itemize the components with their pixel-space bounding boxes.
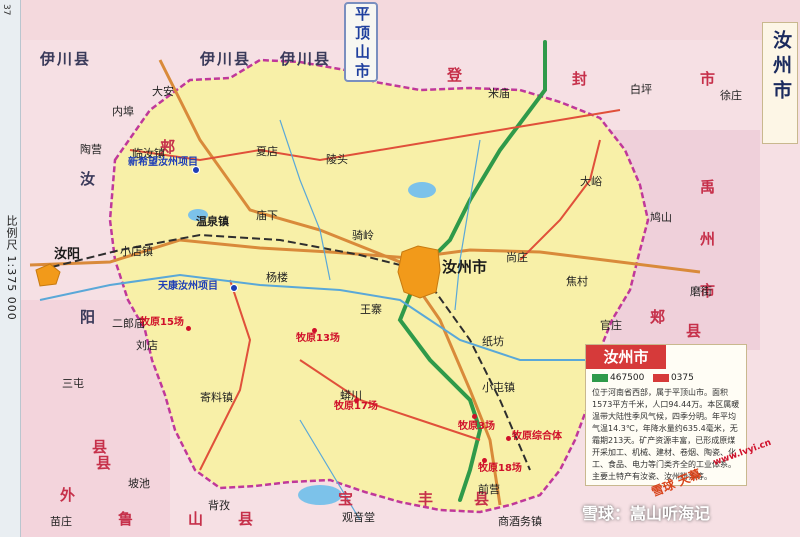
neighbor-label: 州 — [700, 230, 718, 248]
town-label: 商酒务镇 — [498, 515, 542, 528]
infobox-description: 位于河南省西部，属于平顶山市。面积1573平方千米，人口94.44万。本区属暖温… — [592, 388, 740, 481]
project-marker — [230, 284, 238, 292]
city-side-label: 汝州市 — [770, 30, 792, 105]
town-label: 磨街 — [690, 285, 712, 298]
town-label: 杨楼 — [266, 271, 288, 284]
city-label: 汝阳 — [54, 247, 81, 262]
area-code: 0375 — [670, 373, 694, 383]
town-label: 前营 — [478, 483, 500, 496]
neighbor-label: 外 — [60, 486, 78, 504]
site-label: 牧原17场 — [334, 401, 378, 412]
neighbor-label: 伊川县 — [280, 50, 332, 68]
town-label: 温泉镇 — [196, 215, 229, 228]
neighbor-label: 封 — [572, 70, 590, 88]
site-label: 牧原综合体 — [512, 431, 562, 442]
neighbor-label: 禹 — [700, 178, 718, 196]
postal-code: 467500 — [610, 373, 645, 383]
town-label: 鸠山 — [650, 211, 672, 224]
neighbor-label: 伊川县 — [200, 50, 252, 68]
neighbor-label: 宝 — [338, 490, 356, 508]
neighbor-label: 登 — [447, 66, 465, 84]
neighbor-label: 汝 — [80, 170, 98, 188]
project-label: 新希望汝州项目 — [128, 157, 198, 168]
town-label: 小屯镇 — [482, 381, 515, 394]
site-marker — [472, 414, 477, 419]
infobox-title: 汝州市 — [586, 345, 666, 369]
neighbor-label: 县 — [96, 454, 114, 472]
town-label: 小店镇 — [120, 245, 153, 258]
fenglong-reservoir — [408, 182, 436, 198]
site-marker — [186, 326, 191, 331]
town-label: 苗庄 — [50, 515, 72, 528]
town-label: 大安 — [152, 85, 174, 98]
town-label: 焦村 — [566, 275, 588, 288]
town-label: 背孜 — [208, 499, 230, 512]
neighbor-label: 县 — [686, 322, 704, 340]
infobox-codes: 467500 0375 — [592, 373, 694, 383]
town-label: 米庙 — [488, 87, 510, 100]
town-label: 白坪 — [630, 83, 652, 96]
town-label: 刘店 — [136, 339, 158, 352]
neighbor-label: 伊川县 — [40, 50, 92, 68]
site-marker — [506, 436, 511, 441]
neighbor-label: 丰 — [418, 490, 436, 508]
page-number: 37 — [1, 4, 11, 16]
city-label: 汝州市 — [442, 258, 488, 276]
scale-label: 比例尺 1:375 000 — [5, 215, 18, 321]
town-label: 观音堂 — [342, 511, 375, 524]
town-label: 陵头 — [326, 153, 348, 166]
neighbor-label: 山 — [188, 510, 206, 528]
town-label: 陶营 — [80, 143, 102, 156]
site-label: 牧原3场 — [458, 421, 495, 432]
town-label: 庙下 — [256, 209, 278, 222]
project-label: 天康汝州项目 — [158, 281, 218, 292]
zhaowan-reservoir — [298, 485, 342, 505]
town-label: 坡池 — [128, 477, 150, 490]
neighbor-label: 市 — [700, 70, 718, 88]
town-label: 纸坊 — [482, 335, 504, 348]
area-code-icon — [652, 373, 669, 382]
page-title: 平顶山市 — [353, 6, 371, 82]
town-label: 内埠 — [112, 105, 134, 118]
map: 伊川县 伊川县 伊川县 汝 阳 郏 县 登 封 市 禹 州 市 郏 县 县 外 … — [0, 0, 800, 537]
watermark: 雪球：嵩山听海记 — [582, 504, 711, 523]
site-label: 牧原18场 — [478, 463, 522, 474]
neighbor-label: 县 — [92, 438, 110, 456]
postal-code-icon — [592, 373, 608, 382]
town-label: 三屯 — [62, 377, 84, 390]
neighbor-label: 郏 — [650, 308, 668, 326]
town-label: 夏店 — [256, 145, 278, 158]
neighbor-label: 鲁 — [118, 510, 136, 528]
town-label: 王寨 — [360, 303, 382, 316]
neighbor-label: 县 — [238, 510, 256, 528]
town-label: 骑岭 — [352, 229, 374, 242]
town-label: 官庄 — [600, 319, 622, 332]
town-label: 尚庄 — [506, 251, 528, 264]
town-label: 徐庄 — [720, 89, 742, 102]
neighbor-label: 阳 — [80, 308, 98, 326]
site-label: 牧原15场 — [140, 317, 184, 328]
urban-area — [397, 245, 441, 299]
town-label: 大峪 — [580, 175, 602, 188]
town-label: 寄料镇 — [200, 391, 233, 404]
site-label: 牧原13场 — [296, 333, 340, 344]
